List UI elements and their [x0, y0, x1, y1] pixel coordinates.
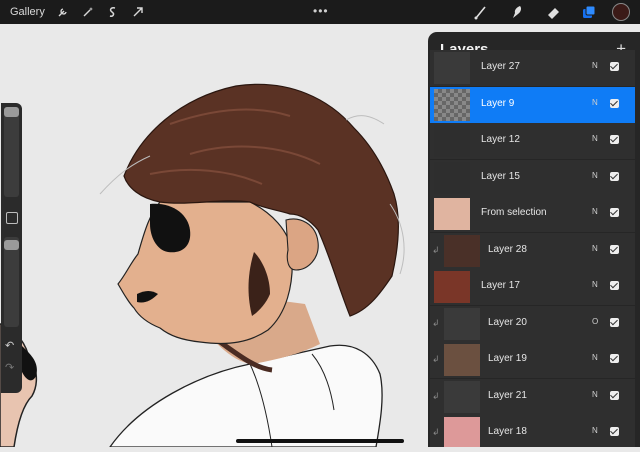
layer-visibility-checkbox[interactable]	[610, 171, 619, 181]
blend-mode-button[interactable]: N	[592, 426, 598, 435]
eraser-icon[interactable]	[544, 3, 562, 21]
modify-button[interactable]	[6, 212, 18, 224]
right-tools	[454, 0, 640, 24]
brush-sidebar: ↶ ↷	[1, 103, 22, 393]
layer-row[interactable]: Layer 9 N	[430, 86, 635, 123]
clipping-mask-icon: ↲	[432, 427, 440, 437]
layer-visibility-checkbox[interactable]	[610, 317, 619, 327]
layer-name: Layer 12	[481, 134, 520, 145]
clipping-mask-icon: ↲	[432, 354, 440, 364]
layer-name: Layer 18	[488, 426, 527, 437]
blend-mode-button[interactable]: N	[592, 171, 598, 180]
blend-mode-button[interactable]: N	[592, 61, 598, 70]
layers-icon[interactable]	[580, 3, 598, 21]
layer-row[interactable]: Layer 15 N	[430, 159, 635, 196]
layer-thumbnail	[444, 307, 480, 340]
brush-icon[interactable]	[472, 3, 490, 21]
magic-wand-icon[interactable]	[80, 4, 96, 20]
home-indicator[interactable]	[236, 439, 404, 443]
brush-size-knob[interactable]	[4, 107, 19, 117]
layer-thumbnail	[434, 271, 470, 303]
layer-visibility-checkbox[interactable]	[610, 208, 619, 217]
brush-opacity-slider[interactable]	[4, 237, 19, 327]
layer-visibility-checkbox[interactable]	[610, 135, 619, 144]
layer-row[interactable]: Layer 27 N	[430, 50, 635, 86]
redo-icon[interactable]: ↷	[5, 361, 14, 374]
blend-mode-button[interactable]: N	[592, 98, 598, 107]
layer-row[interactable]: Layer 17 N	[430, 269, 635, 305]
layer-thumbnail	[444, 417, 480, 447]
layer-visibility-checkbox[interactable]	[610, 62, 619, 71]
layer-row[interactable]: Layer 12 N	[430, 123, 635, 159]
layer-name: Layer 20	[488, 316, 527, 328]
layer-name: Layer 15	[481, 170, 520, 182]
undo-icon[interactable]: ↶	[5, 339, 14, 352]
layer-row[interactable]: ↲ Layer 20 O	[430, 305, 635, 342]
more-menu-icon[interactable]: •••	[313, 4, 329, 18]
layer-name: Layer 27	[481, 61, 520, 72]
layer-visibility-checkbox[interactable]	[610, 98, 619, 108]
clipping-mask-icon: ↲	[432, 244, 440, 255]
selection-icon[interactable]	[105, 4, 121, 20]
layer-visibility-checkbox[interactable]	[610, 427, 619, 436]
smudge-icon[interactable]	[508, 3, 526, 21]
blend-mode-button[interactable]: O	[592, 317, 598, 326]
color-swatch[interactable]	[612, 3, 630, 21]
brush-size-slider[interactable]	[4, 107, 19, 197]
layer-visibility-checkbox[interactable]	[610, 354, 619, 363]
layer-thumbnail	[434, 52, 470, 84]
layer-thumbnail	[444, 344, 480, 376]
layer-visibility-checkbox[interactable]	[610, 244, 619, 254]
blend-mode-button[interactable]: N	[592, 134, 598, 143]
blend-mode-button[interactable]: N	[592, 353, 598, 362]
layer-row[interactable]: ↲ Layer 21 N	[430, 378, 635, 415]
layer-thumbnail	[434, 125, 470, 157]
transform-arrow-icon[interactable]	[130, 4, 146, 20]
clipping-mask-icon: ↲	[432, 390, 440, 401]
clipping-mask-icon: ↲	[432, 317, 440, 328]
layer-visibility-checkbox[interactable]	[610, 281, 619, 290]
layers-panel: Layers + Layer 27NLayer 9NLayer 12NLayer…	[428, 32, 640, 447]
blend-mode-button[interactable]: N	[592, 244, 598, 253]
layer-row[interactable]: ↲ Layer 19 N	[430, 342, 635, 378]
blend-mode-button[interactable]: N	[592, 390, 598, 399]
layer-thumbnail	[444, 380, 480, 413]
gallery-button[interactable]: Gallery	[10, 6, 45, 18]
layer-thumbnail	[434, 88, 470, 121]
layer-thumbnail	[444, 234, 480, 267]
layer-name: Layer 17	[481, 280, 520, 291]
layer-name: Layer 21	[488, 389, 527, 401]
layer-visibility-checkbox[interactable]	[610, 390, 619, 400]
layer-name: From selection	[481, 207, 547, 218]
layer-thumbnail	[434, 161, 470, 194]
blend-mode-button[interactable]: N	[592, 207, 598, 216]
layer-name: Layer 19	[488, 353, 527, 364]
layer-name: Layer 28	[488, 243, 527, 255]
brush-opacity-knob[interactable]	[4, 240, 19, 250]
layer-row[interactable]: ↲ Layer 18 N	[430, 415, 635, 447]
layer-thumbnail	[434, 198, 470, 230]
layer-row[interactable]: From selection N	[430, 196, 635, 232]
blend-mode-button[interactable]: N	[592, 280, 598, 289]
layer-name: Layer 9	[481, 97, 515, 109]
layer-row[interactable]: ↲ Layer 28 N	[430, 232, 635, 269]
wrench-icon[interactable]	[55, 4, 71, 20]
